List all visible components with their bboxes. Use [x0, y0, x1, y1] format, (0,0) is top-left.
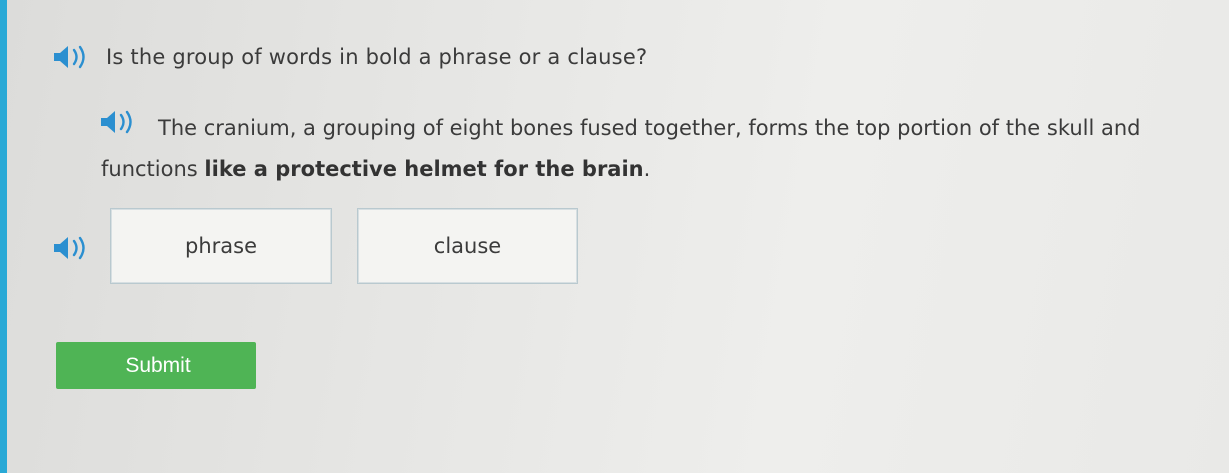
sentence-end: . [643, 157, 651, 181]
choice-clause-button[interactable]: clause [357, 208, 578, 284]
question-text: Is the group of words in bold a phrase o… [106, 45, 648, 69]
sentence-bold-part: like a protective helmet for the brain [204, 157, 644, 181]
left-accent-bar [0, 0, 7, 473]
question-speaker-icon[interactable] [52, 44, 92, 70]
sentence-text: The cranium, a grouping of eight bones f… [101, 108, 1181, 190]
choices-speaker-icon[interactable] [52, 235, 92, 261]
choice-phrase-button[interactable]: phrase [110, 208, 332, 284]
submit-button[interactable]: Submit [56, 342, 256, 389]
